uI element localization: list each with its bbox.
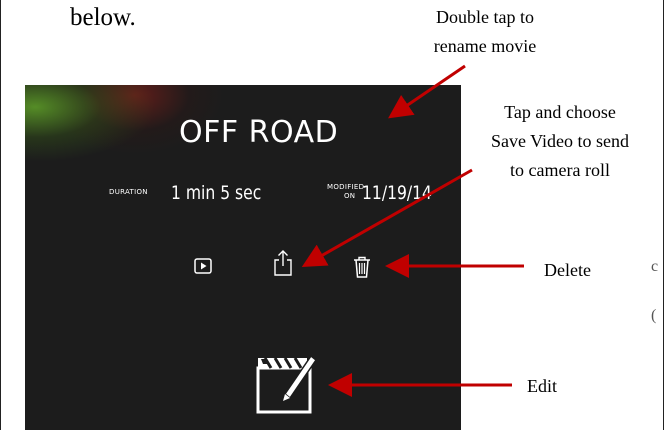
arrow-save	[301, 168, 473, 267]
annotation-arrows	[301, 64, 524, 397]
arrow-rename	[388, 64, 466, 119]
